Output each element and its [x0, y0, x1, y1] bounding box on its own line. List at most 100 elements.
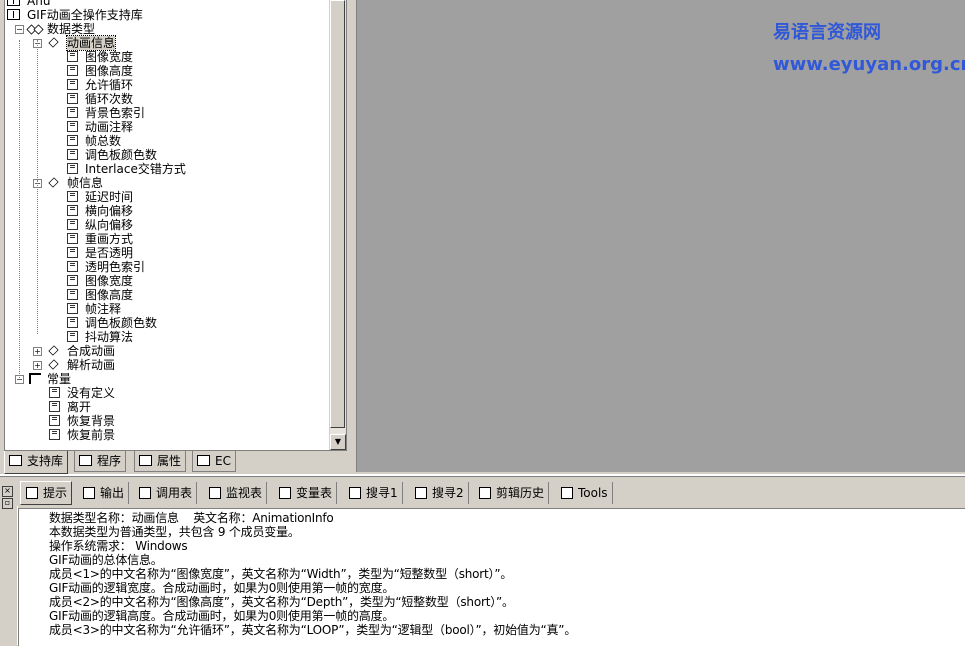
panel-side-buttons: × ▫ — [2, 486, 14, 510]
tab-properties[interactable]: 属性 — [134, 451, 187, 472]
constant-icon — [49, 387, 60, 398]
scroll-down-arrow-icon[interactable]: ▼ — [330, 434, 346, 450]
tree-item-constant[interactable]: 没有定义 — [5, 386, 330, 400]
output-tab-label: 搜寻1 — [366, 486, 398, 500]
output-tab-label: 监视表 — [226, 486, 263, 500]
member-icon — [67, 93, 78, 104]
output-line: 本数据类型为普通类型，共包含 9 个成员变量。 — [49, 525, 300, 539]
tree-item-member[interactable]: 帧注释 — [5, 302, 330, 316]
tree-item-member[interactable]: 重画方式 — [5, 232, 330, 246]
constants-icon — [29, 373, 41, 384]
tree-item-member[interactable]: 背景色索引 — [5, 106, 330, 120]
library-tree[interactable]: Ahu GIF动画全操作支持库 − 数据类型 − 动画信息 图像宽度 图像高度 允许循环 循环次数… — [4, 0, 347, 451]
tree-item-constant[interactable]: 恢复背景 — [5, 414, 330, 428]
collapse-icon[interactable]: − — [15, 25, 24, 34]
output-text: 数据类型名称：动画信息 英文名称：AnimationInfo 本数据类型为普通类型… — [49, 511, 576, 637]
tree-item-member[interactable]: 纵向偏移 — [5, 218, 330, 232]
expand-icon[interactable]: + — [33, 361, 42, 370]
output-line: 成员<3>的中文名称为“允许循环”，英文名称为“LOOP”，类型为“逻辑型（bo… — [49, 623, 577, 637]
tree-item-member[interactable]: 是否透明 — [5, 246, 330, 260]
tree-item-label: 动画信息 — [65, 35, 117, 51]
expand-icon[interactable]: + — [33, 347, 42, 356]
tree-item-compose-anim[interactable]: + 合成动画 — [5, 344, 330, 358]
tools-icon — [561, 487, 573, 499]
member-icon — [67, 289, 78, 300]
output-tab-4[interactable]: 变量表 — [274, 482, 338, 504]
tree-item-member[interactable]: 图像宽度 — [5, 274, 330, 288]
tree-item-library-root[interactable]: GIF动画全操作支持库 — [5, 8, 330, 22]
tree-item-member[interactable]: 延迟时间 — [5, 190, 330, 204]
output-tab-6[interactable]: 搜寻2 — [410, 482, 469, 504]
clipboard-icon — [479, 487, 491, 499]
tree-item-label: Ahu — [27, 0, 51, 8]
output-line: GIF动画的逻辑宽度。合成动画时，如果为0则使用第一帧的宽度。 — [49, 581, 395, 595]
tree-item-anim-info[interactable]: − 动画信息 — [5, 35, 330, 51]
tree-item-constant[interactable]: 恢复前景 — [5, 428, 330, 442]
output-tab-label: 搜寻2 — [432, 486, 464, 500]
tree-item-label: 帧信息 — [67, 176, 104, 190]
tree-item-top[interactable]: Ahu — [5, 0, 330, 8]
tree-item-label: 透明色索引 — [85, 260, 146, 274]
tree-item-member[interactable]: 图像高度 — [5, 64, 330, 78]
member-icon — [67, 275, 78, 286]
tree-item-member[interactable]: 横向偏移 — [5, 204, 330, 218]
output-panel[interactable]: 数据类型名称：动画信息 英文名称：AnimationInfo 本数据类型为普通类型… — [18, 508, 965, 646]
tree-item-label: 离开 — [67, 400, 92, 414]
tree-item-member[interactable]: Interlace交错方式 — [5, 162, 330, 176]
panel-splitter[interactable] — [0, 474, 965, 477]
constant-icon — [49, 429, 60, 440]
tree-connector — [19, 40, 20, 378]
output-line: 操作系统需求： Windows — [49, 539, 188, 553]
tree-item-member[interactable]: 动画注释 — [5, 120, 330, 134]
output-line: 成员<1>的中文名称为“图像宽度”，英文名称为“Width”，类型为“短整数型（… — [49, 567, 513, 581]
member-icon — [67, 79, 78, 90]
output-tab-1[interactable]: 输出 — [78, 482, 130, 504]
tab-ec[interactable]: EC — [192, 451, 236, 472]
tree-item-label: 常量 — [47, 372, 72, 386]
search-icon — [209, 487, 221, 499]
tree-item-data-types[interactable]: − 数据类型 — [5, 22, 330, 36]
tree-item-constants[interactable]: − 常量 — [5, 372, 330, 386]
output-tab-3[interactable]: 监视表 — [204, 482, 268, 504]
tab-support-library[interactable]: 支持库 — [4, 451, 69, 474]
output-tab-7[interactable]: 剪辑历史 — [474, 482, 550, 504]
tab-program[interactable]: 程序 — [74, 451, 127, 472]
tree-item-label: 允许循环 — [85, 78, 134, 92]
tree-item-member[interactable]: 透明色索引 — [5, 260, 330, 274]
output-tab-5[interactable]: 搜寻1 — [344, 482, 403, 504]
tree-item-label: 帧总数 — [85, 134, 122, 148]
member-icon — [67, 205, 78, 216]
tree-item-label: 图像宽度 — [85, 50, 134, 64]
tree-item-member[interactable]: 帧总数 — [5, 134, 330, 148]
tree-item-member[interactable]: 调色板颜色数 — [5, 148, 330, 162]
panel-close-icon[interactable]: × — [2, 486, 13, 497]
member-icon — [67, 149, 78, 160]
tree-scrollbar[interactable]: ▼ — [329, 0, 346, 450]
member-icon — [67, 65, 78, 76]
panel-pin-icon[interactable]: ▫ — [2, 498, 13, 509]
tree-item-member[interactable]: 调色板颜色数 — [5, 316, 330, 330]
tree-item-member[interactable]: 允许循环 — [5, 78, 330, 92]
tree-item-member[interactable]: 图像高度 — [5, 288, 330, 302]
tree-item-frame-info[interactable]: − 帧信息 — [5, 176, 330, 190]
tree-item-label: 是否透明 — [85, 246, 134, 260]
tree-item-label: 调色板颜色数 — [85, 148, 158, 162]
tree-item-label: 图像高度 — [85, 64, 134, 78]
member-icon — [67, 107, 78, 118]
output-tab-8[interactable]: Tools — [556, 482, 613, 504]
output-line: 数据类型名称：动画信息 英文名称：AnimationInfo — [49, 511, 334, 525]
find2-icon — [415, 487, 427, 499]
output-tab-2[interactable]: 调用表 — [134, 482, 198, 504]
tree-item-parse-anim[interactable]: + 解析动画 — [5, 358, 330, 372]
tree-scroll-thumb[interactable] — [330, 0, 345, 428]
tree-item-member[interactable]: 图像宽度 — [5, 50, 330, 64]
member-icon — [67, 233, 78, 244]
tree-item-member[interactable]: 循环次数 — [5, 92, 330, 106]
constant-icon — [49, 401, 60, 412]
tree-item-member[interactable]: 抖动算法 — [5, 330, 330, 344]
tree-item-constant[interactable]: 离开 — [5, 400, 330, 414]
member-icon — [67, 135, 78, 146]
output-tab-label: 剪辑历史 — [496, 486, 545, 500]
output-tab-0[interactable]: 提示 — [20, 481, 73, 505]
member-icon — [67, 51, 78, 62]
